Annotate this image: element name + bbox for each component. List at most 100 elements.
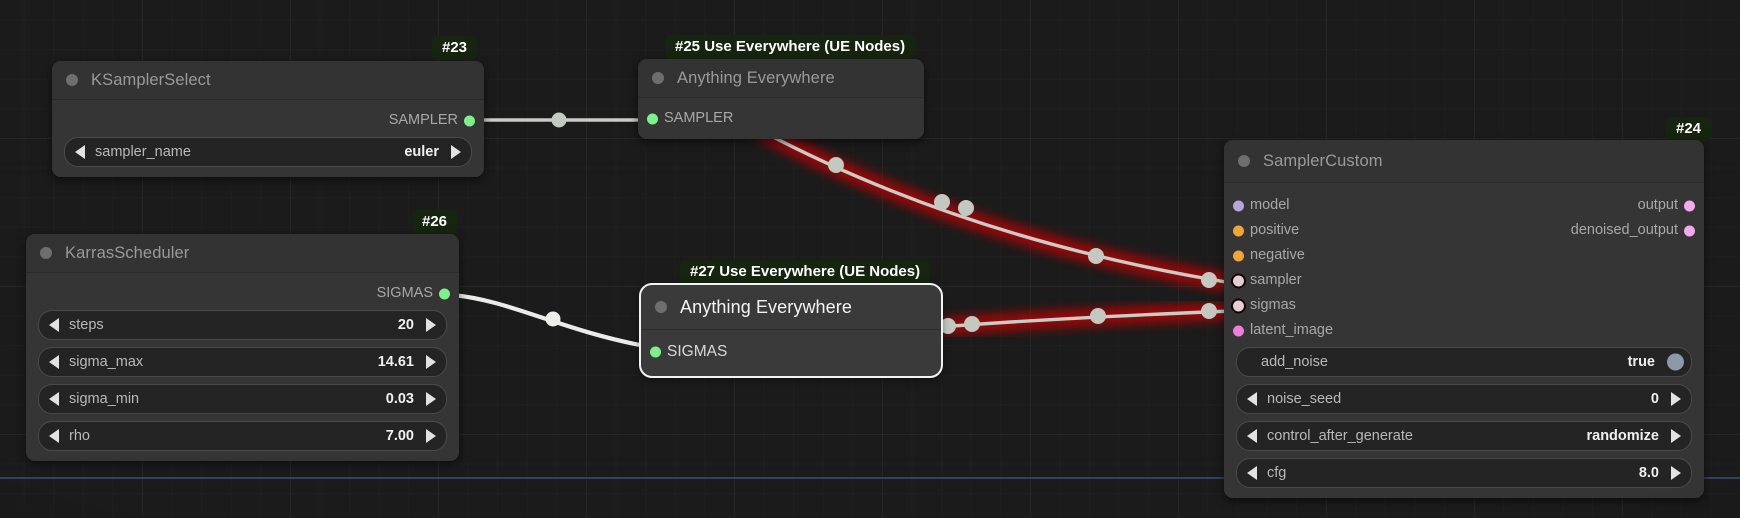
node-karrasscheduler[interactable]: KarrasScheduler SIGMAS steps 20 sigma_ma… [26, 234, 459, 461]
widget-label: sigma_min [69, 391, 140, 407]
input-slot-label: sigmas [1250, 297, 1296, 314]
input-slot-list: model positive negative sampler sigmas l… [1224, 193, 1704, 343]
widget-steps[interactable]: steps 20 [38, 310, 447, 340]
decrement-arrow-icon[interactable] [49, 392, 59, 406]
output-dot-icon[interactable] [439, 288, 450, 299]
node-badge-26: #26 [412, 210, 458, 235]
increment-arrow-icon[interactable] [426, 429, 436, 443]
decrement-arrow-icon[interactable] [49, 318, 59, 332]
widget-label: control_after_generate [1267, 428, 1413, 444]
widget-label: add_noise [1261, 354, 1328, 370]
collapse-dot-icon[interactable] [66, 74, 78, 86]
node-samplercustom[interactable]: SamplerCustom output denoised_output mod… [1224, 140, 1704, 498]
input-dot-icon[interactable] [1233, 300, 1244, 311]
increment-arrow-icon[interactable] [1671, 392, 1681, 406]
input-slot-sampler[interactable]: SAMPLER [638, 106, 924, 131]
widget-label: sigma_max [69, 354, 144, 370]
widget-list: sampler_name euler [52, 137, 484, 167]
widget-list: steps 20 sigma_max 14.61 sigma_min 0.03 … [26, 310, 459, 451]
output-slot-sigmas[interactable]: SIGMAS [26, 281, 459, 306]
node-badge-24: #24 [1666, 117, 1712, 142]
input-slot-label: negative [1250, 247, 1305, 264]
decrement-arrow-icon[interactable] [49, 355, 59, 369]
collapse-dot-icon[interactable] [655, 301, 667, 313]
input-dot-icon[interactable] [650, 346, 661, 357]
collapse-dot-icon[interactable] [40, 247, 52, 259]
output-dot-icon[interactable] [464, 115, 475, 126]
widget-label: noise_seed [1267, 391, 1342, 407]
input-dot-icon[interactable] [1233, 225, 1244, 236]
input-slot-label: positive [1250, 222, 1300, 239]
widget-control-after-generate[interactable]: control_after_generate randomize [1236, 421, 1692, 451]
node-badge-27: #27 Use Everywhere (UE Nodes) [680, 260, 931, 285]
widget-noise-seed[interactable]: noise_seed 0 [1236, 384, 1692, 414]
node-body: output denoised_output model positive ne… [1224, 183, 1704, 498]
output-slot-label: SAMPLER [388, 112, 458, 129]
widget-label: sampler_name [95, 144, 191, 160]
node-anything-everywhere-27[interactable]: Anything Everywhere SIGMAS [639, 283, 943, 378]
widget-rho[interactable]: rho 7.00 [38, 421, 447, 451]
node-title-bar[interactable]: KarrasScheduler [26, 234, 459, 273]
widget-sigma-max[interactable]: sigma_max 14.61 [38, 347, 447, 377]
node-body: SAMPLER [638, 98, 924, 139]
node-badge-23: #23 [432, 36, 478, 61]
input-slot-negative[interactable]: negative [1224, 243, 1704, 268]
toggle-knob-icon[interactable] [1667, 353, 1684, 371]
input-dot-icon[interactable] [1233, 325, 1244, 336]
increment-arrow-icon[interactable] [426, 318, 436, 332]
node-body: SIGMAS [641, 330, 941, 376]
node-anything-everywhere-25[interactable]: Anything Everywhere SAMPLER [638, 59, 924, 139]
decrement-arrow-icon[interactable] [49, 429, 59, 443]
collapse-dot-icon[interactable] [1238, 155, 1250, 167]
node-title-text: SamplerCustom [1263, 151, 1383, 170]
widget-list: add_noise true noise_seed 0 control_afte… [1224, 347, 1704, 488]
node-title-text: Anything Everywhere [677, 68, 835, 87]
decrement-arrow-icon[interactable] [1247, 429, 1257, 443]
increment-arrow-icon[interactable] [426, 355, 436, 369]
node-badge-25: #25 Use Everywhere (UE Nodes) [665, 35, 916, 60]
decrement-arrow-icon[interactable] [75, 145, 85, 159]
widget-sigma-min[interactable]: sigma_min 0.03 [38, 384, 447, 414]
input-slot-label: SIGMAS [667, 342, 728, 360]
input-slot-label: SAMPLER [664, 110, 734, 127]
increment-arrow-icon[interactable] [1671, 429, 1681, 443]
node-title-bar[interactable]: KSamplerSelect [52, 61, 484, 100]
widget-label: steps [69, 317, 104, 333]
input-slot-positive[interactable]: positive [1224, 218, 1704, 243]
node-body: SIGMAS steps 20 sigma_max 14.61 sigma_mi… [26, 273, 459, 461]
input-slot-model[interactable]: model [1224, 193, 1704, 218]
input-slot-latent-image[interactable]: latent_image [1224, 318, 1704, 343]
node-title-bar[interactable]: Anything Everywhere [638, 59, 924, 98]
input-slot-sampler[interactable]: sampler [1224, 268, 1704, 293]
output-slot-sampler[interactable]: SAMPLER [52, 108, 484, 133]
decrement-arrow-icon[interactable] [1247, 392, 1257, 406]
widget-cfg[interactable]: cfg 8.0 [1236, 458, 1692, 488]
input-dot-icon[interactable] [1233, 200, 1244, 211]
input-dot-icon[interactable] [647, 113, 658, 124]
node-body: SAMPLER sampler_name euler [52, 100, 484, 177]
increment-arrow-icon[interactable] [451, 145, 461, 159]
collapse-dot-icon[interactable] [652, 72, 664, 84]
widget-value: randomize [1586, 428, 1659, 444]
node-title-text: KSamplerSelect [91, 70, 211, 89]
node-title-text: KarrasScheduler [65, 243, 190, 262]
increment-arrow-icon[interactable] [426, 392, 436, 406]
node-title-bar[interactable]: SamplerCustom [1224, 140, 1704, 183]
input-slot-label: sampler [1250, 272, 1302, 289]
decrement-arrow-icon[interactable] [1247, 466, 1257, 480]
input-slot-label: latent_image [1250, 322, 1334, 339]
input-slot-sigmas[interactable]: sigmas [1224, 293, 1704, 318]
widget-label: cfg [1267, 465, 1287, 481]
increment-arrow-icon[interactable] [1671, 466, 1681, 480]
input-slot-sigmas[interactable]: SIGMAS [641, 339, 941, 364]
node-title-bar[interactable]: Anything Everywhere [641, 285, 941, 330]
widget-add-noise[interactable]: add_noise true [1236, 347, 1692, 377]
input-slot-label: model [1250, 197, 1290, 214]
input-dot-icon[interactable] [1233, 275, 1244, 286]
output-slot-label: SIGMAS [376, 285, 433, 302]
node-ksamplerselect[interactable]: KSamplerSelect SAMPLER sampler_name eule… [52, 61, 484, 177]
widget-sampler-name[interactable]: sampler_name euler [64, 137, 472, 167]
node-title-text: Anything Everywhere [680, 296, 852, 317]
widget-label: rho [69, 428, 90, 444]
input-dot-icon[interactable] [1233, 250, 1244, 261]
